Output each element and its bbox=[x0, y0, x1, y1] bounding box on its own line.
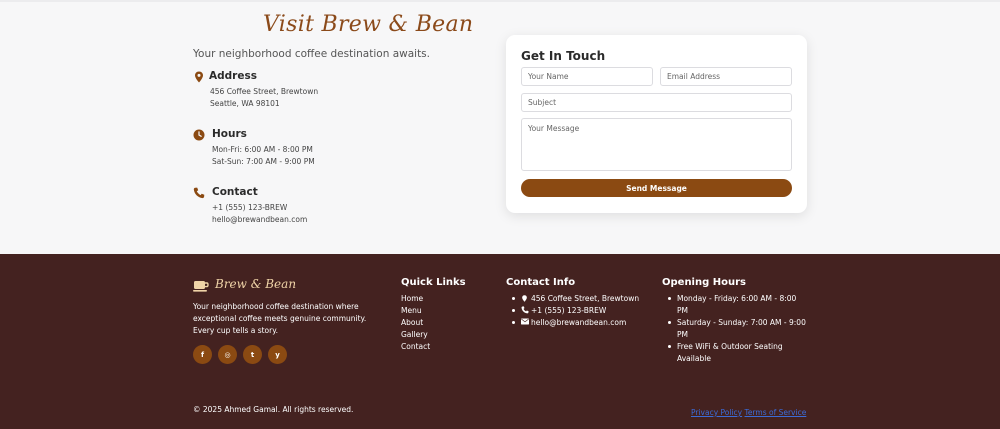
contact-section: Visit Brew & Bean Your neighborhood coff… bbox=[0, 0, 1000, 254]
contact-form: Get In Touch Send Message bbox=[506, 35, 807, 213]
contact-phone: +1 (555) 123-BREW bbox=[212, 203, 288, 212]
facebook-icon[interactable]: f bbox=[193, 345, 212, 364]
address-line-1: 456 Coffee Street, Brewtown bbox=[210, 87, 319, 96]
site-footer: Brew & Bean Your neighborhood coffee des… bbox=[0, 254, 1000, 429]
footer-link-about[interactable]: About bbox=[401, 318, 423, 327]
footer-link-menu[interactable]: Menu bbox=[401, 306, 422, 315]
coffee-cup-icon bbox=[193, 281, 209, 292]
contact-info-title: Contact Info bbox=[506, 277, 576, 288]
opening-hours-title: Opening Hours bbox=[662, 277, 746, 288]
footer-link-contact[interactable]: Contact bbox=[401, 342, 430, 351]
clock-icon bbox=[193, 129, 205, 141]
instagram-icon[interactable]: ◎ bbox=[218, 345, 237, 364]
phone-icon bbox=[193, 187, 205, 199]
address-heading: Address bbox=[209, 70, 257, 82]
bullet bbox=[668, 321, 671, 324]
brand-description: Your neighborhood coffee destination whe… bbox=[193, 302, 367, 335]
send-message-button[interactable]: Send Message bbox=[521, 179, 792, 197]
form-title: Get In Touch bbox=[521, 49, 606, 63]
footer-link-gallery[interactable]: Gallery bbox=[401, 330, 428, 339]
hours-heading: Hours bbox=[212, 128, 247, 140]
name-input[interactable] bbox=[521, 67, 653, 86]
brand-name: Brew & Bean bbox=[215, 277, 297, 291]
legal-links: Privacy Policy Terms of Service bbox=[691, 408, 806, 417]
map-pin-icon bbox=[195, 71, 203, 83]
email-input[interactable] bbox=[660, 67, 792, 86]
copyright-text: © 2025 Ahmed Gamal. All rights reserved. bbox=[193, 405, 354, 414]
yelp-icon[interactable]: y bbox=[268, 345, 287, 364]
bullet bbox=[668, 297, 671, 300]
message-textarea[interactable] bbox=[521, 118, 792, 171]
quick-links-title: Quick Links bbox=[401, 277, 466, 288]
contact-tagline: Your neighborhood coffee destination awa… bbox=[193, 48, 430, 60]
hours-line-2: Sat-Sun: 7:00 AM - 9:00 PM bbox=[212, 157, 315, 166]
terms-of-service-link[interactable]: Terms of Service bbox=[745, 408, 807, 417]
footer-link-home[interactable]: Home bbox=[401, 294, 423, 303]
envelope-icon bbox=[521, 318, 529, 327]
contact-email: hello@brewandbean.com bbox=[212, 215, 308, 224]
phone-icon bbox=[521, 306, 529, 316]
subject-input[interactable] bbox=[521, 93, 792, 112]
address-line-2: Seattle, WA 98101 bbox=[210, 99, 280, 108]
bullet bbox=[668, 345, 671, 348]
hours-line-1: Mon-Fri: 6:00 AM - 8:00 PM bbox=[212, 145, 313, 154]
bullet bbox=[512, 297, 515, 300]
bullet bbox=[512, 309, 515, 312]
privacy-policy-link[interactable]: Privacy Policy bbox=[691, 408, 742, 417]
twitter-icon[interactable]: t bbox=[243, 345, 262, 364]
map-pin-icon bbox=[521, 294, 529, 305]
contact-heading: Contact bbox=[212, 186, 258, 198]
bullet bbox=[512, 321, 515, 324]
contact-title: Visit Brew & Bean bbox=[263, 12, 474, 37]
